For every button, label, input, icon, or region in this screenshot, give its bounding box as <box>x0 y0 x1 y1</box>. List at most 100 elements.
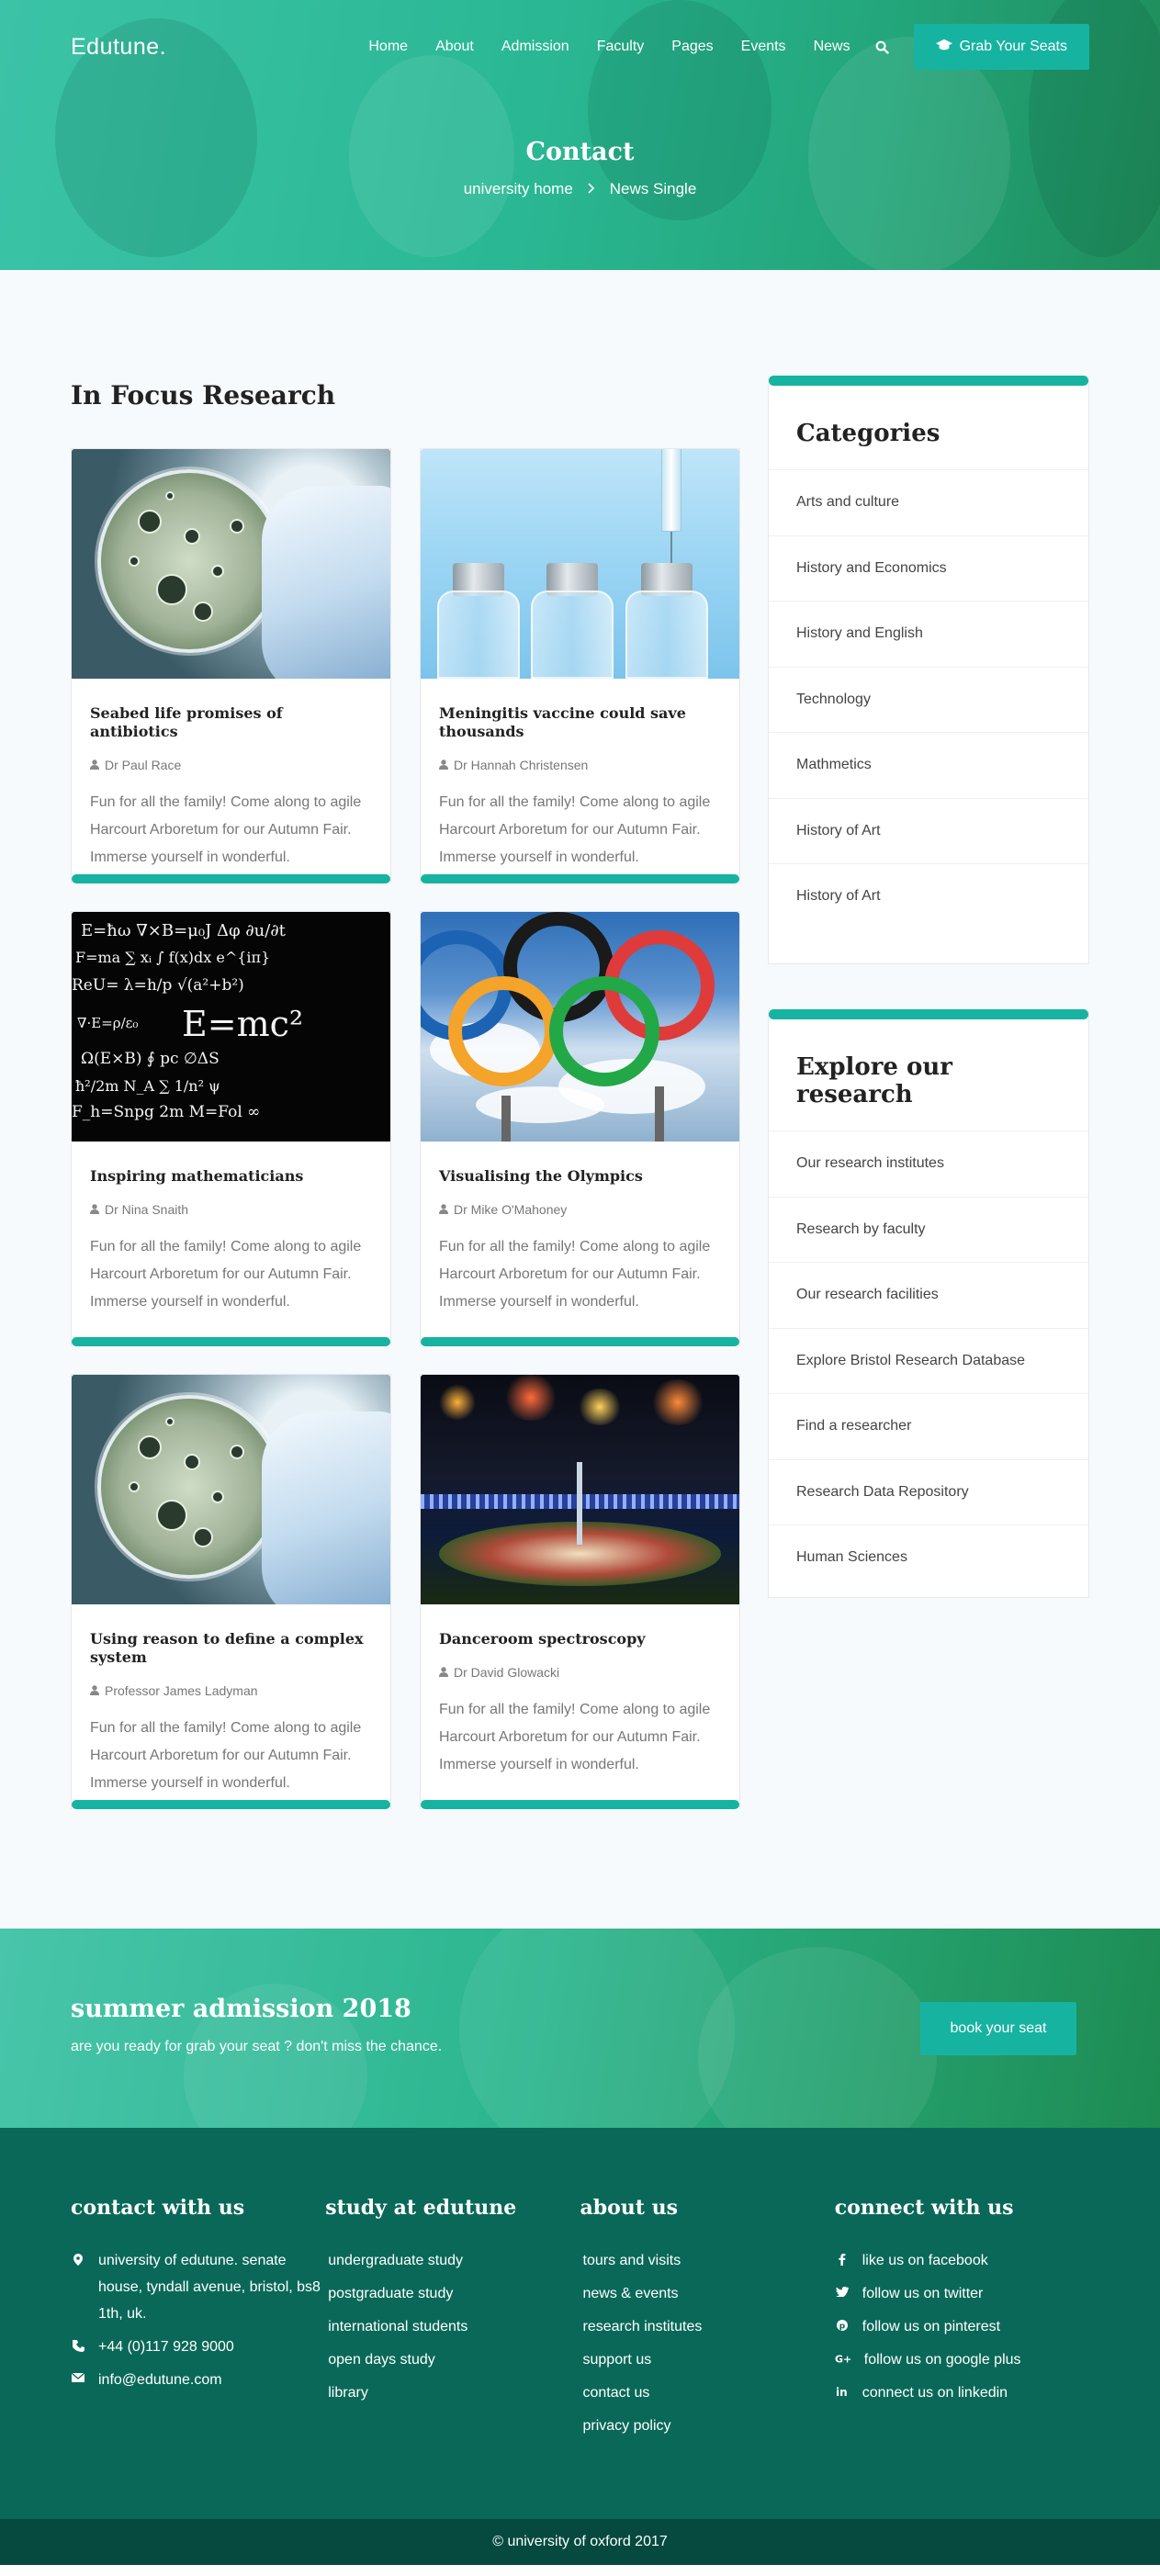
card-accent-bar <box>72 1800 390 1809</box>
footer-link[interactable]: open days study <box>325 2346 580 2373</box>
user-icon <box>90 1683 99 1698</box>
social-link-facebook[interactable]: like us on facebook <box>835 2247 1089 2274</box>
card-title[interactable]: Using reason to define a complex system <box>90 1630 372 1667</box>
envelope-icon <box>71 2367 85 2382</box>
nav-events[interactable]: Events <box>727 39 800 55</box>
vial-shape <box>625 591 708 679</box>
category-item[interactable]: History of Art <box>769 863 1088 929</box>
nav-news[interactable]: News <box>800 39 864 55</box>
grab-seats-button[interactable]: Grab Your Seats <box>913 24 1089 70</box>
footer-phone[interactable]: +44 (0)117 928 9000 <box>71 2334 325 2360</box>
admission-subtitle: are you ready for grab your seat ? don't… <box>71 2039 443 2054</box>
card-author-name: Dr Hannah Christensen <box>454 758 589 772</box>
card-author: Dr Paul Race <box>90 758 372 772</box>
card-excerpt: Fun for all the family! Come along to ag… <box>439 1702 711 1772</box>
research-card[interactable]: Using reason to define a complex system … <box>71 1374 391 1809</box>
phone-icon <box>71 2334 85 2352</box>
research-link[interactable]: Research by faculty <box>769 1196 1088 1263</box>
map-marker-icon <box>71 2247 85 2266</box>
nav-home[interactable]: Home <box>355 39 422 55</box>
footer-connect: connect with us like us on facebook foll… <box>835 2196 1089 2519</box>
petri-dish-image[interactable] <box>72 449 390 679</box>
footer-link[interactable]: library <box>325 2379 580 2406</box>
research-link[interactable]: Human Sciences <box>769 1524 1088 1591</box>
social-label: like us on facebook <box>862 2253 988 2268</box>
footer-address: university of edutune. senate house, tyn… <box>71 2247 325 2327</box>
research-widget: Explore our research Our research instit… <box>768 1009 1089 1598</box>
footer-study: study at edutune undergraduate study pos… <box>325 2196 580 2519</box>
research-link[interactable]: Our research institutes <box>769 1131 1088 1197</box>
research-card[interactable]: Danceroom spectroscopy Dr David Glowacki… <box>420 1374 740 1809</box>
gloved-hand-shape <box>262 486 390 679</box>
research-link[interactable]: Find a researcher <box>769 1393 1088 1459</box>
footer-link[interactable]: news & events <box>580 2280 835 2307</box>
footer-link[interactable]: postgraduate study <box>325 2280 580 2307</box>
olympic-rings-image[interactable] <box>421 912 739 1142</box>
card-title[interactable]: Danceroom spectroscopy <box>439 1630 721 1648</box>
footer-link[interactable]: support us <box>580 2346 835 2373</box>
research-card[interactable]: Meningitis vaccine could save thousands … <box>420 448 740 883</box>
copyright-bar: © university of oxford 2017 <box>0 2519 1160 2565</box>
social-link-pinterest[interactable]: p follow us on pinterest <box>835 2313 1089 2340</box>
breadcrumb-home[interactable]: university home <box>464 180 573 198</box>
card-title[interactable]: Seabed life promises of antibiotics <box>90 704 372 741</box>
nav-admission[interactable]: Admission <box>488 39 583 55</box>
card-title[interactable]: Inspiring mathematicians <box>90 1167 372 1186</box>
blackboard-equations-image[interactable]: E=ħω ∇×B=μ₀J Δφ ∂u/∂t F=ma ∑ xᵢ ∫ f(x)dx… <box>72 912 390 1142</box>
research-grid: Seabed life promises of antibiotics Dr P… <box>71 448 740 1809</box>
site-footer: contact with us university of edutune. s… <box>0 2128 1160 2519</box>
card-author-name: Dr Mike O'Mahoney <box>454 1202 568 1217</box>
category-item[interactable]: Arts and culture <box>769 469 1088 535</box>
research-link[interactable]: Explore Bristol Research Database <box>769 1327 1088 1394</box>
footer-link[interactable]: undergraduate study <box>325 2247 580 2274</box>
research-link[interactable]: Research Data Repository <box>769 1458 1088 1525</box>
footer-link[interactable]: international students <box>325 2313 580 2340</box>
footer-link[interactable]: contact us <box>580 2379 835 2406</box>
petri-dish-image[interactable] <box>72 1375 390 1604</box>
footer-email[interactable]: info@edutune.com <box>71 2367 325 2393</box>
card-accent-bar <box>72 1337 390 1346</box>
category-item[interactable]: Mathmetics <box>769 732 1088 798</box>
banner-bg-shape <box>698 1947 937 2128</box>
stadium-fireworks-image[interactable] <box>421 1375 739 1604</box>
nav-faculty[interactable]: Faculty <box>583 39 659 55</box>
social-link-twitter[interactable]: follow us on twitter <box>835 2280 1089 2307</box>
user-icon <box>439 758 448 772</box>
research-card[interactable]: Seabed life promises of antibiotics Dr P… <box>71 448 391 883</box>
card-title[interactable]: Meningitis vaccine could save thousands <box>439 704 721 741</box>
vaccine-vials-image[interactable] <box>421 449 739 679</box>
hero-header: Edutune. Home About Admission Faculty Pa… <box>0 0 1160 270</box>
facebook-icon <box>835 2247 850 2266</box>
breadcrumb-current: News Single <box>609 180 697 197</box>
card-excerpt: Fun for all the family! Come along to ag… <box>90 794 362 865</box>
card-title[interactable]: Visualising the Olympics <box>439 1167 721 1186</box>
research-link[interactable]: Our research facilities <box>769 1262 1088 1328</box>
footer-study-title: study at edutune <box>325 2196 517 2220</box>
card-author: Professor James Ladyman <box>90 1683 372 1698</box>
breadcrumb: university home News Single <box>0 180 1160 198</box>
widget-accent-bar <box>769 1009 1088 1019</box>
main-section: In Focus Research Seabed life promises o… <box>0 270 1160 1929</box>
research-card[interactable]: Visualising the Olympics Dr Mike O'Mahon… <box>420 911 740 1346</box>
footer-link[interactable]: privacy policy <box>580 2413 835 2439</box>
nav-pages[interactable]: Pages <box>658 39 726 55</box>
category-item[interactable]: History of Art <box>769 797 1088 864</box>
book-seat-button[interactable]: book your seat <box>920 2002 1076 2055</box>
nav-about[interactable]: About <box>422 39 488 55</box>
petri-dish-shape <box>97 1395 281 1579</box>
footer-link[interactable]: tours and visits <box>580 2247 835 2274</box>
social-link-google-plus[interactable]: G+ follow us on google plus <box>835 2346 1089 2373</box>
user-icon <box>90 758 99 772</box>
category-item[interactable]: History and English <box>769 601 1088 667</box>
category-item[interactable]: Technology <box>769 666 1088 733</box>
site-logo[interactable]: Edutune. <box>71 34 166 61</box>
social-label: follow us on twitter <box>862 2286 984 2301</box>
section-title: In Focus Research <box>71 380 336 411</box>
research-card[interactable]: E=ħω ∇×B=μ₀J Δφ ∂u/∂t F=ma ∑ xᵢ ∫ f(x)dx… <box>71 911 391 1346</box>
footer-link[interactable]: research institutes <box>580 2313 835 2340</box>
social-link-linkedin[interactable]: in connect us on linkedin <box>835 2379 1089 2406</box>
google-plus-icon: G+ <box>835 2346 851 2365</box>
card-excerpt: Fun for all the family! Come along to ag… <box>90 1720 362 1791</box>
search-icon[interactable] <box>864 40 901 54</box>
category-item[interactable]: History and Economics <box>769 534 1088 602</box>
